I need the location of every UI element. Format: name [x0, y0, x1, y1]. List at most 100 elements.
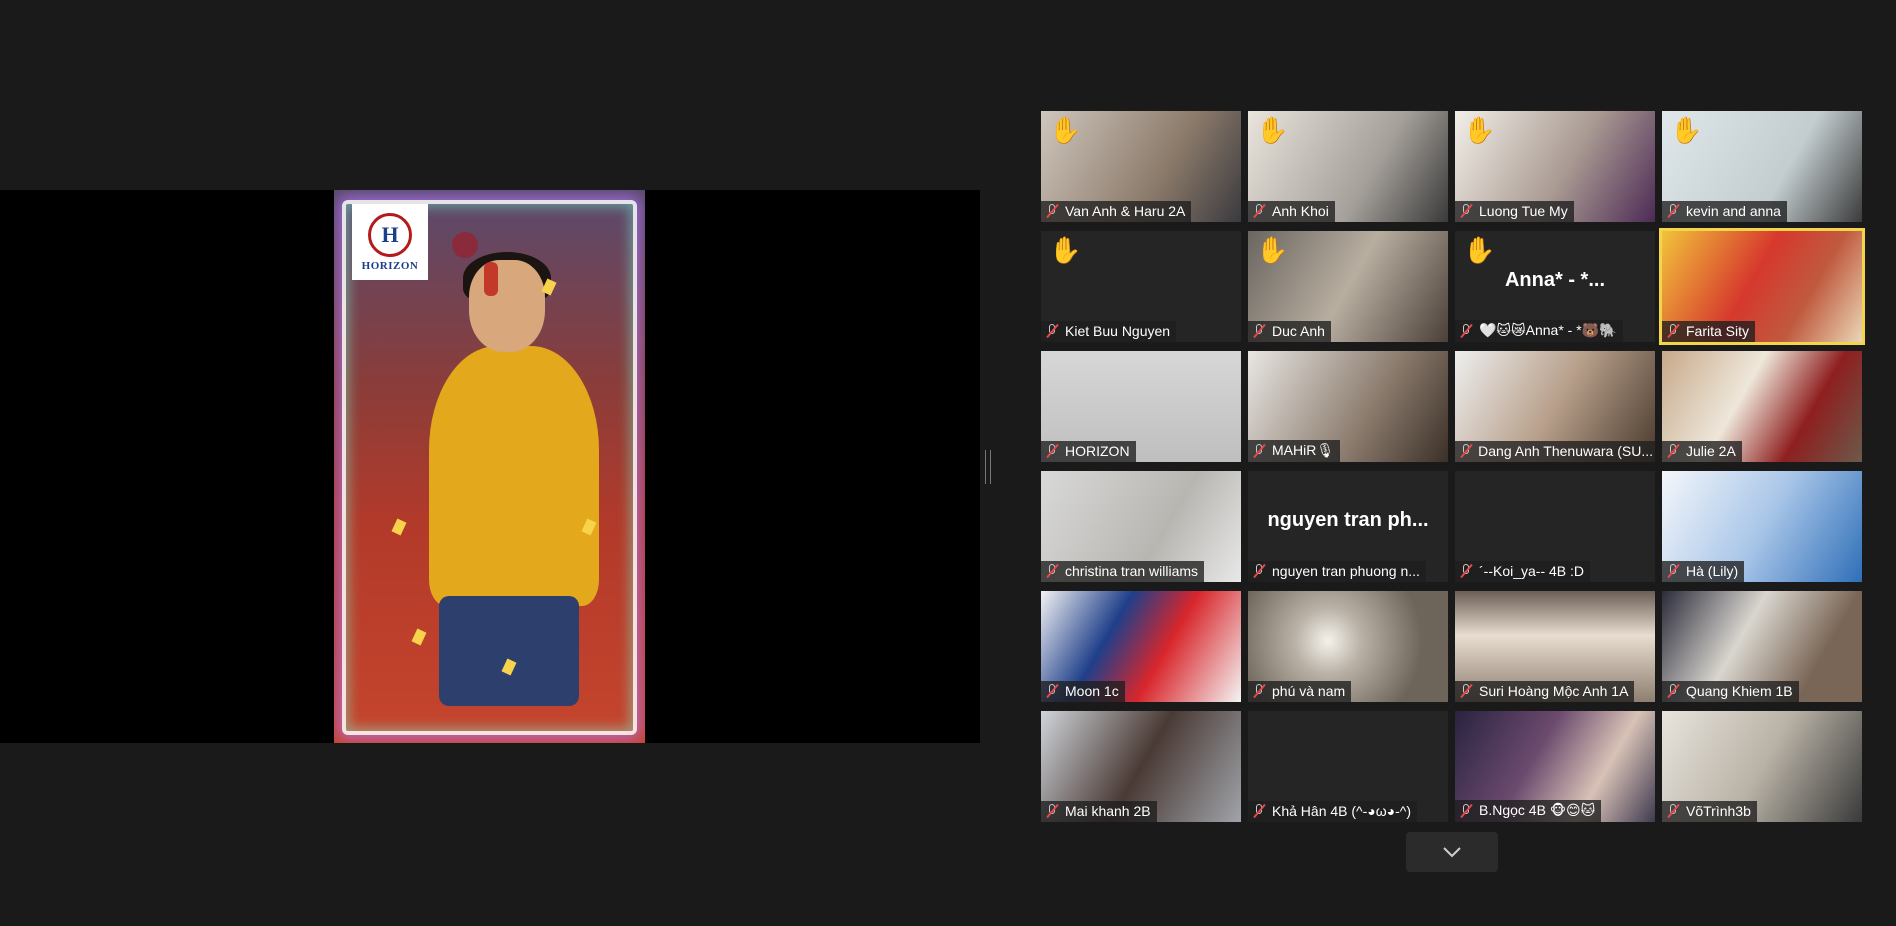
speaker-video: H HORIZON: [334, 190, 645, 743]
participant-tile[interactable]: phú và nam: [1248, 591, 1448, 702]
muted-mic-icon: [1666, 444, 1680, 458]
raised-hand-icon: ✋: [1049, 235, 1082, 265]
muted-mic-icon: [1459, 444, 1472, 458]
participant-tile[interactable]: Hà (Lily): [1662, 471, 1862, 582]
raised-hand-icon: ✋: [1463, 115, 1496, 145]
participant-name-bar: Julie 2A: [1662, 441, 1742, 462]
participant-tile[interactable]: ✋ Van Anh & Haru 2A: [1041, 111, 1241, 222]
participant-name: Anh Khoi: [1272, 203, 1329, 219]
participant-name: Quang Khiem 1B: [1686, 683, 1793, 699]
participant-name: Dang Anh Thenuwara (SU...: [1478, 443, 1653, 459]
muted-mic-icon: [1045, 804, 1059, 818]
participant-name: HORIZON: [1065, 443, 1130, 459]
participant-tile[interactable]: nguyen tran ph... nguyen tran phuong n...: [1248, 471, 1448, 582]
muted-mic-icon: [1666, 324, 1680, 338]
participant-name-bar: Moon 1c: [1041, 681, 1125, 702]
participant-tile[interactable]: Dang Anh Thenuwara (SU...: [1455, 351, 1655, 462]
participant-tile[interactable]: B.Ngọc 4B 🐵😊🐱: [1455, 711, 1655, 822]
participant-gallery: ✋ Van Anh & Haru 2A ✋ Anh Khoi ✋ Luong Tue My…: [1041, 111, 1865, 822]
muted-mic-icon: [1459, 564, 1473, 578]
participant-name-bar: HORIZON: [1041, 441, 1136, 462]
raised-hand-icon: ✋: [1670, 115, 1703, 145]
participant-tile[interactable]: HORIZON: [1041, 351, 1241, 462]
participant-name-bar: christina tran williams: [1041, 561, 1205, 582]
muted-mic-icon: [1252, 204, 1266, 218]
muted-mic-icon: [1459, 684, 1473, 698]
participant-tile[interactable]: christina tran williams: [1041, 471, 1241, 582]
muted-mic-icon: [1252, 443, 1266, 458]
participant-tile[interactable]: Mai khanh 2B: [1041, 711, 1241, 822]
splitter-handle[interactable]: [985, 450, 991, 484]
participant-tile[interactable]: ✋ Anh Khoi: [1248, 111, 1448, 222]
participant-tile[interactable]: 󠀠󠀠󠀠Anna* - *... ✋ 🤍🐱😿Anna* - *🐻🐘: [1455, 231, 1655, 342]
participant-tile[interactable]: ✋ Kiet Buu Nguyen: [1041, 231, 1241, 342]
participant-name: MAHiR🎙: [1272, 442, 1335, 458]
muted-mic-icon: [1666, 564, 1680, 578]
participant-name: Luong Tue My: [1479, 203, 1568, 219]
muted-mic-icon: [1045, 684, 1059, 698]
participant-display-name: nguyen tran ph...: [1267, 509, 1429, 531]
participant-display-name: 󠀠󠀠󠀠Anna* - *...: [1504, 269, 1605, 291]
participant-name: Van Anh & Haru 2A: [1065, 203, 1186, 219]
participant-name: ´--Koi_ya-- 4B :D: [1479, 563, 1585, 579]
muted-mic-icon: [1459, 323, 1473, 338]
participant-tile[interactable]: MAHiR🎙: [1248, 351, 1448, 462]
horizon-logo: H HORIZON: [352, 204, 428, 280]
participant-name: nguyen tran phuong n...: [1272, 563, 1420, 579]
participant-name: 🤍🐱😿Anna* - *🐻🐘: [1479, 322, 1617, 338]
participant-tile[interactable]: VõTrình3b: [1662, 711, 1862, 822]
participant-name: phú và nam: [1272, 683, 1346, 699]
participant-name: Farita Sity: [1686, 323, 1750, 339]
participant-tile[interactable]: ✋ Luong Tue My: [1455, 111, 1655, 222]
muted-mic-icon: [1045, 444, 1059, 458]
raised-hand-icon: ✋: [1049, 115, 1082, 145]
raised-hand-icon: ✋: [1256, 115, 1289, 145]
participant-name-bar: Khả Hân 4B (^-◕ω◕-^): [1248, 801, 1418, 822]
participant-name-bar: 🤍🐱😿Anna* - *🐻🐘: [1455, 320, 1623, 342]
participant-tile[interactable]: Quang Khiem 1B: [1662, 591, 1862, 702]
participant-name-bar: VõTrình3b: [1662, 801, 1757, 822]
participant-name-bar: nguyen tran phuong n...: [1248, 561, 1426, 582]
participant-tile[interactable]: ✋ Duc Anh: [1248, 231, 1448, 342]
participant-tile[interactable]: ´--Koi_ya-- 4B :D: [1455, 471, 1655, 582]
participant-tile[interactable]: Julie 2A: [1662, 351, 1862, 462]
participant-name-bar: Van Anh & Haru 2A: [1041, 201, 1192, 222]
participant-name: Hà (Lily): [1686, 563, 1739, 579]
raised-hand-icon: ✋: [1256, 235, 1289, 265]
muted-mic-icon: [1252, 804, 1266, 818]
muted-mic-icon: [1045, 564, 1059, 578]
muted-mic-icon: [1252, 684, 1266, 698]
chevron-down-icon: [1443, 847, 1461, 858]
participant-tile[interactable]: ✋ kevin and anna: [1662, 111, 1862, 222]
participant-name: B.Ngọc 4B 🐵😊🐱: [1479, 802, 1596, 818]
logo-text: HORIZON: [361, 259, 419, 272]
participant-name-bar: Farita Sity: [1662, 321, 1756, 342]
participant-name-bar: Anh Khoi: [1248, 201, 1335, 222]
participant-tile[interactable]: Khả Hân 4B (^-◕ω◕-^): [1248, 711, 1448, 822]
participant-name: Khả Hân 4B (^-◕ω◕-^): [1272, 803, 1412, 819]
participant-name-bar: MAHiR🎙: [1248, 440, 1341, 462]
raised-hand-icon: ✋: [1463, 235, 1496, 265]
participant-tile[interactable]: Suri Hoàng Mộc Anh 1A: [1455, 591, 1655, 702]
muted-mic-icon: [1252, 324, 1266, 338]
logo-mark: H: [368, 212, 412, 257]
participant-name-bar: Kiet Buu Nguyen: [1041, 321, 1177, 342]
neon-frame-effect: [342, 200, 637, 735]
muted-mic-icon: [1252, 564, 1266, 578]
participant-name-bar: Suri Hoàng Mộc Anh 1A: [1455, 681, 1635, 702]
muted-mic-icon: [1666, 204, 1680, 218]
participant-name-bar: ´--Koi_ya-- 4B :D: [1455, 561, 1591, 582]
participant-name: Kiet Buu Nguyen: [1065, 323, 1171, 339]
participant-name: Duc Anh: [1272, 323, 1325, 339]
muted-mic-icon: [1459, 204, 1473, 218]
participant-name: christina tran williams: [1065, 563, 1199, 579]
participant-name: Julie 2A: [1686, 443, 1736, 459]
participant-name: kevin and anna: [1686, 203, 1781, 219]
gallery-scroll-down-button[interactable]: [1406, 832, 1498, 872]
participant-name-bar: B.Ngọc 4B 🐵😊🐱: [1455, 800, 1602, 822]
muted-mic-icon: [1459, 803, 1473, 818]
participant-tile[interactable]: Moon 1c: [1041, 591, 1241, 702]
active-speaker-view[interactable]: H HORIZON: [0, 190, 980, 743]
muted-mic-icon: [1045, 324, 1059, 338]
participant-tile[interactable]: Farita Sity: [1659, 228, 1865, 345]
